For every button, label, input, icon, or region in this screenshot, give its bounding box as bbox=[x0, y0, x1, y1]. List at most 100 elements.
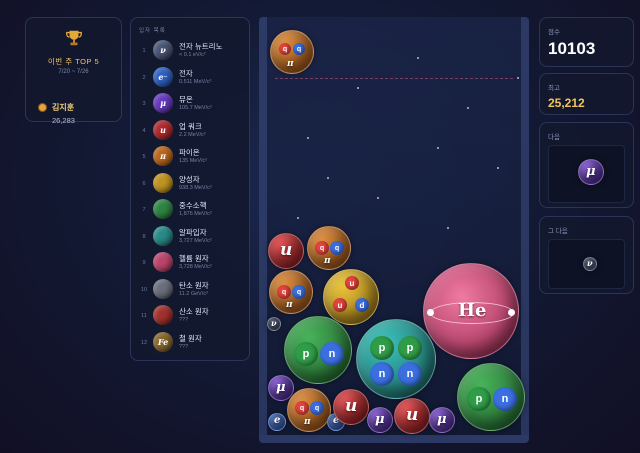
after-label: 그 다음 bbox=[548, 228, 568, 235]
muon-symbol: μ bbox=[375, 412, 385, 427]
particle-name: 업 쿼크 bbox=[179, 121, 202, 131]
star bbox=[517, 77, 519, 79]
proton: p bbox=[467, 387, 491, 411]
particle-number: 1 bbox=[142, 48, 146, 54]
proton-ball: u u d bbox=[323, 269, 379, 325]
quark: q bbox=[330, 241, 344, 255]
particle-name: 탄소 원자 bbox=[179, 280, 209, 290]
best-value: 25,212 bbox=[548, 96, 585, 110]
particle-list-item: 8 알파입자 3,727 MeV/c² bbox=[131, 225, 251, 251]
quark: q bbox=[279, 43, 291, 55]
quark: q bbox=[295, 401, 309, 415]
after-symbol: ν bbox=[587, 258, 593, 268]
pion-ball: q q π bbox=[307, 226, 351, 270]
next-particle-panel: 다음 μ bbox=[539, 122, 634, 208]
star bbox=[417, 57, 419, 59]
deuteron-ball: p n bbox=[284, 316, 352, 384]
particle-list-title: 입자 목록 bbox=[139, 28, 166, 34]
proton: p bbox=[294, 342, 318, 366]
orbit-electron bbox=[427, 309, 434, 316]
particle-number: 9 bbox=[142, 260, 146, 266]
danger-line bbox=[275, 78, 513, 79]
pion-ball: q q π bbox=[269, 270, 313, 314]
particle-mass: 938.3 MeV/c² bbox=[179, 184, 212, 191]
quark: q bbox=[292, 285, 306, 299]
score-label: 점수 bbox=[548, 29, 560, 36]
best-label: 최고 bbox=[548, 85, 560, 92]
particle-icon: μ bbox=[153, 93, 173, 113]
after-neutrino-ball: ν bbox=[583, 257, 597, 271]
particle-icon: π bbox=[153, 146, 173, 166]
orbit-electron bbox=[508, 309, 515, 316]
particle-list-item: 11 산소 원자??? bbox=[131, 304, 251, 330]
quark: u bbox=[345, 276, 359, 290]
trophy-icon bbox=[66, 30, 82, 46]
particle-list-item: 4u 업 쿼크 2.2 MeV/c² bbox=[131, 119, 251, 145]
particle-number: 2 bbox=[142, 74, 146, 81]
quark: u bbox=[333, 298, 347, 312]
particle-name: 전자 뉴트리노 bbox=[179, 42, 223, 51]
particle-icon: Fe bbox=[153, 331, 173, 352]
quark: d bbox=[355, 298, 369, 312]
electron-symbol: e bbox=[274, 415, 281, 426]
helium-symbol: He bbox=[458, 300, 487, 321]
neutrino-symbol: ν bbox=[271, 318, 277, 328]
particle-list-item: 7 중수소핵 1,876 MeV/c² bbox=[131, 198, 251, 224]
top5-dates: 7/20 ~ 7/26 bbox=[58, 69, 89, 75]
particle-name: 알파입자 bbox=[179, 227, 207, 237]
particle-number: 12 bbox=[140, 339, 148, 346]
medal-icon bbox=[38, 103, 47, 112]
particle-number: 5 bbox=[142, 154, 146, 160]
particle-mass: 1,876 MeV/c² bbox=[179, 211, 212, 217]
weekly-top5-panel: 이번 주 TOP 5 7/20 ~ 7/26 김지훈 26,283 bbox=[25, 17, 122, 125]
particle-name: 뮤온 bbox=[179, 95, 193, 104]
up-quark-ball: u bbox=[394, 398, 430, 434]
proton: p bbox=[398, 336, 422, 360]
particle-number: 10 bbox=[140, 286, 148, 293]
particle-list-item: 9 헬륨 원자 3,728 MeV/c² bbox=[131, 251, 251, 277]
particle-name: 철 원자 bbox=[179, 333, 202, 343]
leader-score: 26,283 bbox=[52, 116, 75, 125]
up-symbol: u bbox=[406, 405, 419, 425]
next-symbol: μ bbox=[586, 164, 596, 179]
star bbox=[447, 227, 449, 229]
particle-mass: 135 MeV/c² bbox=[179, 158, 208, 164]
particle-name: 전자 bbox=[179, 68, 193, 78]
next-label: 다음 bbox=[548, 134, 560, 141]
electron-ball: e bbox=[268, 413, 286, 431]
particle-icon bbox=[153, 305, 173, 325]
particle-icon bbox=[153, 278, 173, 299]
particle-name: 중수소핵 bbox=[179, 201, 207, 210]
particle-icon: e⁻ bbox=[153, 66, 173, 87]
particle-list-panel: 입자 목록 1 ν 전자 뉴트리노 < 0.1 eV/c² 2 e⁻ 전자 0.511 MeV… bbox=[130, 17, 250, 361]
leader-name: 김지훈 bbox=[52, 103, 75, 112]
game-board[interactable]: q q π u q q π q q π u u d ν He p n p p n… bbox=[259, 17, 529, 443]
after-next-panel: 그 다음 ν bbox=[539, 216, 634, 294]
particle-list-item: 6 양성자 938.3 MeV/c² bbox=[131, 172, 251, 198]
up-symbol: u bbox=[345, 396, 358, 416]
falling-pion: q q π bbox=[270, 30, 314, 74]
particle-name: 헬륨 원자 bbox=[179, 254, 209, 263]
particle-mass: ??? bbox=[179, 343, 189, 350]
pion-ball: q q π bbox=[287, 388, 331, 432]
particle-icon: ν bbox=[153, 40, 173, 60]
particle-mass: 2.2 MeV/c² bbox=[179, 131, 206, 138]
muon-symbol: μ bbox=[276, 380, 286, 395]
particle-name: 산소 원자 bbox=[179, 307, 209, 316]
neutrino-ball: ν bbox=[267, 317, 281, 331]
up-quark-ball: u bbox=[268, 233, 304, 269]
particle-name: 파이온 bbox=[179, 148, 200, 157]
next-muon-ball: μ bbox=[578, 159, 604, 185]
star bbox=[297, 217, 299, 219]
particle-mass: 3,727 MeV/c² bbox=[179, 237, 212, 244]
best-score-panel: 최고 25,212 bbox=[539, 73, 634, 115]
helium-atom-ball: He bbox=[423, 263, 519, 359]
pion-symbol: π bbox=[304, 417, 311, 427]
up-symbol: u bbox=[280, 240, 293, 260]
particle-number: 4 bbox=[142, 127, 146, 134]
star bbox=[357, 87, 359, 89]
particle-name: 양성자 bbox=[179, 174, 200, 184]
particle-list-item: 10 탄소 원자 11.2 GeV/c² bbox=[131, 278, 251, 304]
particle-list-item: 2 e⁻ 전자 0.511 MeV/c² bbox=[131, 66, 251, 92]
star bbox=[327, 177, 329, 179]
